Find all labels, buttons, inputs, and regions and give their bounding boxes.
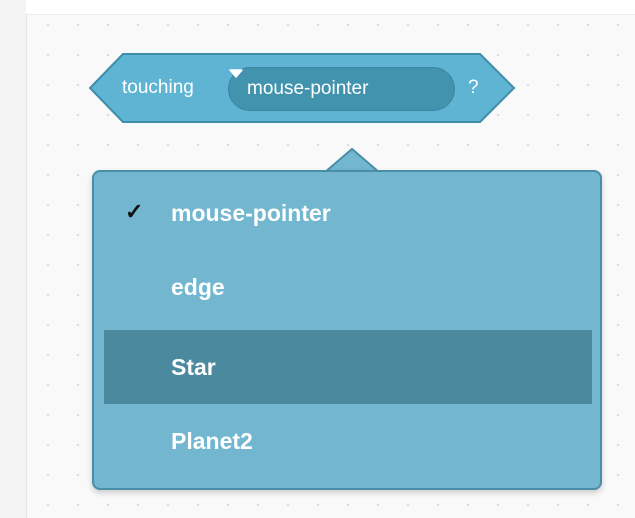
menu-item-star[interactable]: Star	[104, 330, 592, 404]
checkmark-icon: ✓	[125, 199, 144, 224]
menu-item-label: mouse-pointer	[171, 200, 331, 226]
menu-item-edge[interactable]: edge	[104, 250, 592, 324]
dropdown-menu: ✓ mouse-pointer edge Star Planet2	[92, 170, 602, 490]
dropdown-value: mouse-pointer	[247, 78, 369, 99]
touching-block[interactable]: touching mouse-pointer ?	[88, 53, 516, 123]
menu-item-planet2[interactable]: Planet2	[104, 404, 592, 478]
block-question-mark: ?	[468, 77, 479, 98]
code-area-top-edge	[26, 0, 635, 15]
menu-item-mouse-pointer[interactable]: ✓ mouse-pointer	[104, 176, 592, 250]
sprite-dropdown[interactable]: mouse-pointer	[228, 67, 455, 111]
menu-item-label: Planet2	[171, 428, 253, 454]
menu-item-label: edge	[171, 274, 225, 300]
caret-down-icon	[229, 69, 243, 78]
menu-item-label: Star	[171, 354, 216, 380]
block-label: touching	[122, 77, 194, 98]
